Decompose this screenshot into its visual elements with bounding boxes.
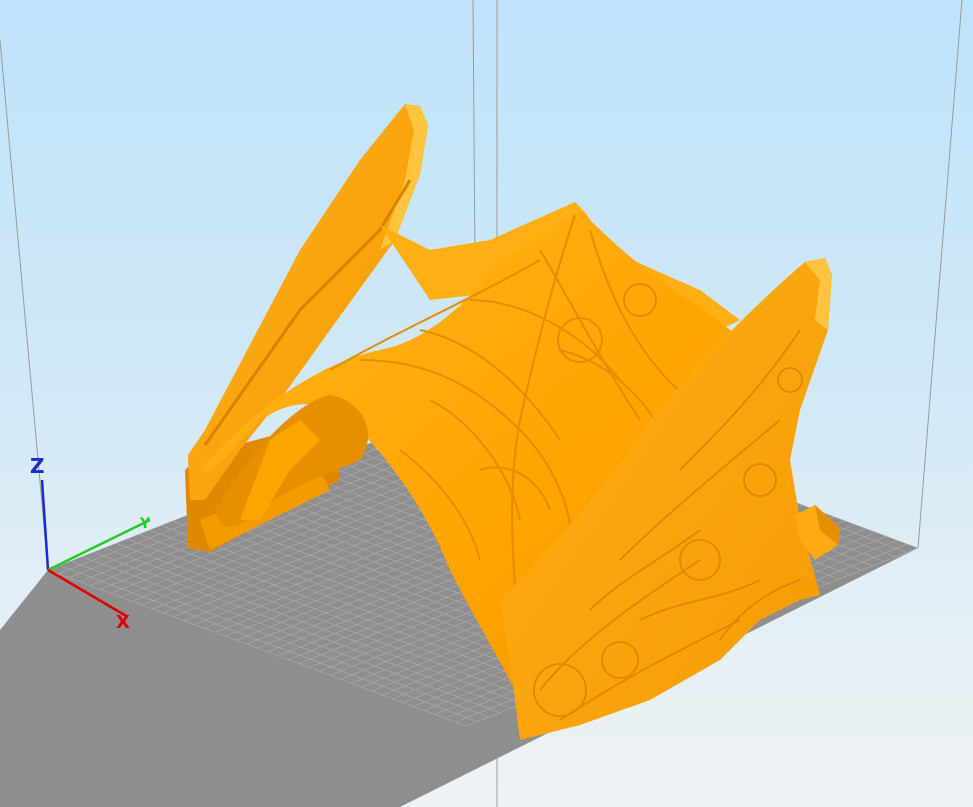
- y-axis-label: Y: [139, 516, 151, 532]
- scene-canvas[interactable]: Z Y X: [0, 0, 973, 807]
- z-axis-line: [40, 479, 50, 571]
- x-axis-label: X: [116, 612, 130, 633]
- 3d-viewport[interactable]: Z Y X: [0, 0, 973, 807]
- z-axis-label: Z: [30, 454, 45, 478]
